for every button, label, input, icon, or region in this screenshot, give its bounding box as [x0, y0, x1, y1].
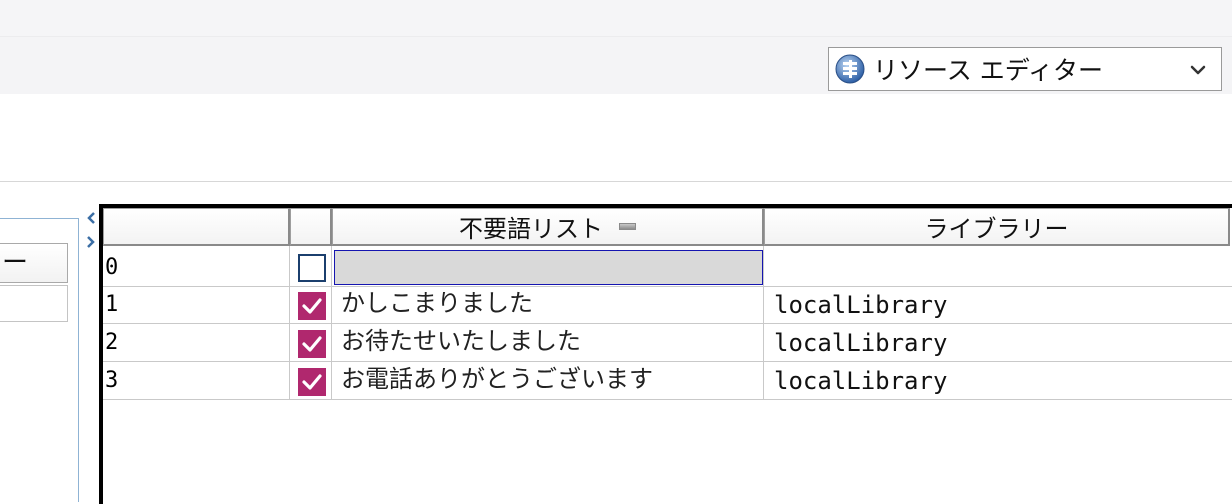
chevron-down-icon[interactable]: [1189, 61, 1207, 79]
collapse-left-arrow-icon[interactable]: [86, 211, 96, 225]
sort-indicator-icon: [619, 223, 636, 230]
row-divider: [103, 399, 1232, 400]
column-divider: [763, 246, 764, 400]
phrase-cell[interactable]: かしこまりました: [341, 285, 533, 321]
library-cell[interactable]: localLibrary: [774, 325, 947, 361]
perspective-icon: [835, 54, 865, 84]
column-header-index[interactable]: [103, 208, 290, 246]
phrase-cell[interactable]: お待たせいたしました: [341, 323, 581, 359]
row-checkbox[interactable]: [298, 330, 326, 358]
column-divider: [289, 246, 290, 400]
expand-right-arrow-icon[interactable]: [86, 235, 96, 249]
library-cell[interactable]: localLibrary: [774, 287, 947, 323]
row-index: 3: [105, 368, 119, 393]
row-checkbox[interactable]: [298, 368, 326, 396]
column-header-label: 不要語リスト: [459, 215, 603, 243]
left-panel-field[interactable]: [0, 285, 68, 322]
row-divider: [103, 361, 1232, 362]
checkmark-icon: [302, 336, 322, 352]
row-checkbox[interactable]: [298, 292, 326, 320]
row-index: 1: [105, 292, 119, 317]
row-checkbox[interactable]: [298, 254, 326, 282]
perspective-switcher[interactable]: リソース エディター: [828, 47, 1222, 91]
window-top-strip: [0, 0, 1232, 37]
perspective-label: リソース エディター: [873, 56, 1103, 85]
column-divider: [331, 246, 332, 400]
column-header-library[interactable]: ライブラリー: [764, 208, 1230, 246]
column-header-phrase-list[interactable]: 不要語リスト: [332, 208, 764, 246]
column-header-checkbox[interactable]: [290, 208, 332, 246]
row-divider: [103, 323, 1232, 324]
section-divider: [0, 181, 1232, 182]
row-index: 2: [105, 330, 119, 355]
row-index: 0: [105, 255, 119, 280]
phrase-cell[interactable]: お電話ありがとうございます: [341, 361, 653, 397]
checkmark-icon: [302, 374, 322, 390]
library-cell[interactable]: localLibrary: [774, 363, 947, 399]
phrase-edit-input[interactable]: [334, 250, 763, 285]
checkmark-icon: [302, 298, 322, 314]
left-panel-button[interactable]: ー: [0, 243, 68, 283]
